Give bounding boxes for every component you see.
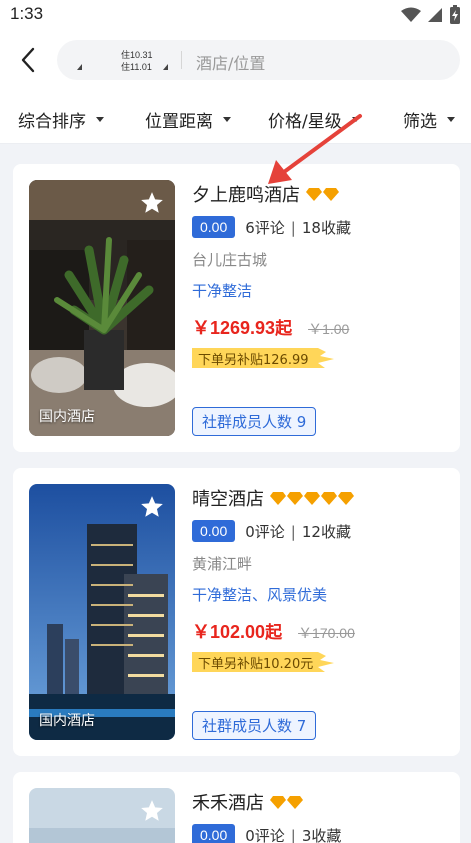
diamond-icon	[270, 796, 286, 809]
caret-down-icon	[351, 117, 360, 122]
status-icons	[401, 5, 461, 25]
diamond-icon	[323, 188, 339, 201]
diamond-rating	[270, 795, 303, 809]
hotel-tags: 干净整洁	[192, 282, 253, 300]
hotel-info: 禾禾酒店 0.00 0评论 | 3收藏	[192, 788, 452, 843]
favorite-star-icon[interactable]	[139, 190, 165, 216]
hotel-tags: 干净整洁、风景优美	[192, 586, 328, 604]
favorite-count: 12收藏	[301, 522, 351, 541]
filter-sort[interactable]: 综合排序	[18, 107, 104, 132]
price: ￥1269.93	[192, 318, 276, 338]
community-members-badge[interactable]: 社群成员人数 7	[192, 711, 317, 740]
review-count: 0评论	[245, 522, 285, 541]
photo-badge: 国内酒店	[39, 409, 95, 425]
favorite-star-icon[interactable]	[139, 494, 165, 520]
diamond-rating	[270, 491, 354, 505]
score-badge: 0.00	[192, 216, 236, 238]
date-selector[interactable]: 住10.31 住11.01	[77, 46, 187, 74]
diamond-rating	[306, 187, 339, 201]
hotel-name[interactable]: 夕上鹿鸣酒店	[192, 181, 300, 207]
search-divider	[181, 51, 182, 69]
hotel-info: 晴空酒店 0.00 0评论 | 12收藏 黄浦江畔 干净整洁、风景优美 ￥102.0…	[192, 484, 452, 674]
diamond-icon	[287, 492, 303, 505]
original-price: ￥170.00	[298, 625, 355, 641]
review-count: 0评论	[245, 826, 285, 843]
price-suffix: 起	[265, 623, 283, 643]
search-input[interactable]: 酒店/位置	[196, 50, 265, 74]
stats-separator: |	[290, 218, 296, 237]
filter-distance-label: 位置距离	[145, 112, 213, 132]
hotel-photo[interactable]: 国内酒店	[29, 180, 175, 436]
diamond-icon	[306, 188, 322, 201]
hotel-photo[interactable]: 国内酒店	[29, 484, 175, 740]
subsidy-text: 下单另补贴126.99	[198, 353, 309, 368]
filter-distance[interactable]: 位置距离	[145, 107, 231, 132]
price-suffix: 起	[275, 319, 293, 339]
filter-more-label: 筛选	[403, 112, 437, 132]
favorite-count: 18收藏	[301, 218, 351, 237]
review-count: 6评论	[245, 218, 285, 237]
caret-down-icon	[447, 117, 455, 122]
subsidy-banner: 下单另补贴126.99	[192, 346, 336, 370]
diamond-icon	[270, 492, 286, 505]
subsidy-banner: 下单另补贴10.20元	[192, 650, 336, 674]
stats-separator: |	[290, 826, 296, 843]
search-box[interactable]: 住10.31 住11.01 酒店/位置	[57, 40, 460, 80]
diamond-icon	[338, 492, 354, 505]
hotel-card[interactable]: 国内酒店 夕上鹿鸣酒店 0.00 6评论 | 18收藏 台儿庄古城 干净整洁 ￥12…	[13, 164, 460, 452]
hotel-card[interactable]: 禾禾酒店 0.00 0评论 | 3收藏	[13, 772, 460, 843]
filter-price-star[interactable]: 价格/星级	[268, 107, 360, 132]
filter-sort-label: 综合排序	[18, 112, 86, 132]
filter-more[interactable]: 筛选	[403, 107, 455, 132]
chevron-left-icon	[21, 47, 35, 73]
filter-bar: 综合排序 位置距离 价格/星级 筛选	[0, 94, 471, 144]
hotel-info: 夕上鹿鸣酒店 0.00 6评论 | 18收藏 台儿庄古城 干净整洁 ￥1269.93…	[192, 180, 452, 370]
score-badge: 0.00	[192, 520, 236, 542]
hotel-name[interactable]: 晴空酒店	[192, 485, 264, 511]
diamond-icon	[287, 796, 303, 809]
stats-separator: |	[290, 522, 296, 541]
hotel-card[interactable]: 国内酒店 晴空酒店 0.00 0评论 | 12收藏 黄浦江畔 干净整洁、风景优美 ￥…	[13, 468, 460, 756]
price: ￥102.00	[192, 622, 266, 642]
status-time: 1:33	[10, 4, 44, 23]
subsidy-text: 下单另补贴10.20元	[198, 657, 314, 672]
wifi-icon	[401, 7, 421, 22]
favorite-star-icon[interactable]	[139, 798, 165, 824]
community-members-badge[interactable]: 社群成员人数 9	[192, 407, 317, 436]
date-dropdown-icon	[77, 64, 82, 70]
diamond-icon	[304, 492, 320, 505]
back-button[interactable]	[14, 46, 42, 74]
hotel-name[interactable]: 禾禾酒店	[192, 789, 264, 815]
favorite-count: 3收藏	[301, 826, 342, 843]
date-dropdown-icon-2	[163, 64, 168, 70]
score-badge: 0.00	[192, 824, 236, 843]
photo-badge: 国内酒店	[39, 713, 95, 729]
filter-price-star-label: 价格/星级	[268, 112, 342, 132]
diamond-icon	[321, 492, 337, 505]
hotel-location: 台儿庄古城	[192, 251, 268, 269]
original-price: ￥1.00	[308, 321, 350, 337]
battery-icon	[450, 5, 460, 24]
caret-down-icon	[223, 117, 231, 122]
caret-down-icon	[96, 117, 104, 122]
checkout-date: 住11.01	[121, 62, 152, 72]
status-bar: 1:33	[0, 0, 471, 32]
signal-icon	[428, 8, 442, 22]
hotel-photo-image	[29, 484, 175, 740]
hotel-photo[interactable]	[29, 788, 175, 843]
hotel-photo-image	[29, 180, 175, 436]
search-header: 住10.31 住11.01 酒店/位置	[0, 32, 471, 94]
hotel-location: 黄浦江畔	[192, 555, 253, 573]
